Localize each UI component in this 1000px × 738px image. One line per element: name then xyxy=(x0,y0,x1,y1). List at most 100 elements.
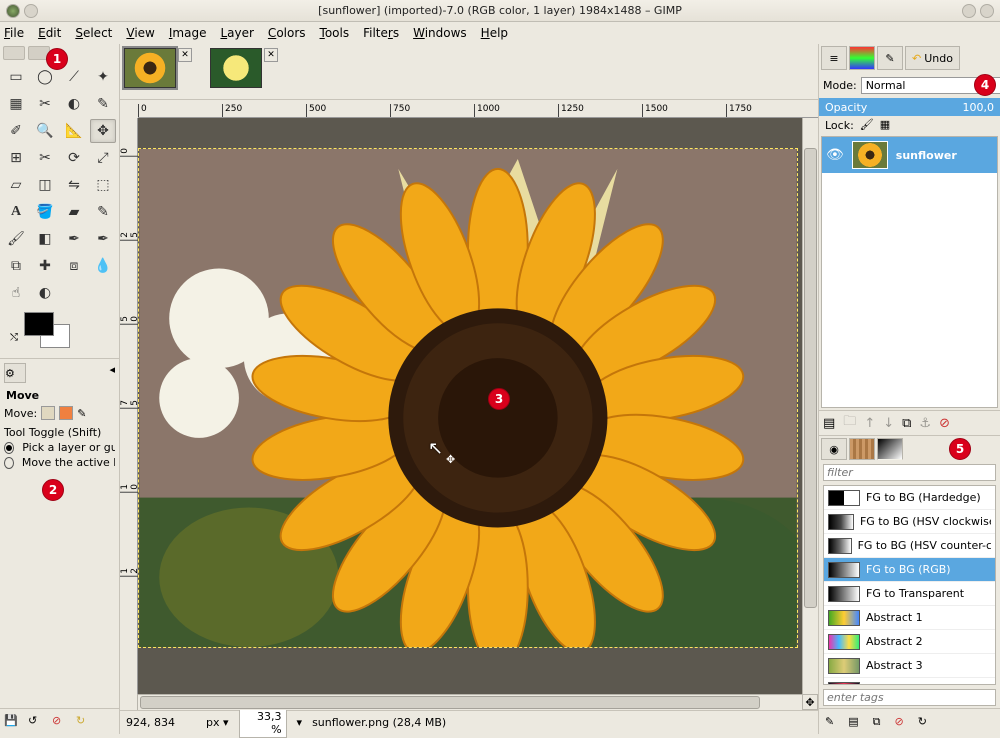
new-gradient-icon[interactable]: ▤ xyxy=(848,715,858,728)
lock-alpha-icon[interactable]: ▦ xyxy=(880,118,894,132)
move-mode-layer[interactable] xyxy=(41,406,55,420)
close-button[interactable] xyxy=(980,4,994,18)
canvas[interactable]: ↖ ✥ 3 xyxy=(138,118,802,694)
menu-edit[interactable]: Edit xyxy=(38,26,61,40)
layer-row[interactable]: 👁 sunflower xyxy=(822,137,997,173)
bucket-fill-tool[interactable]: 🪣 xyxy=(32,200,58,224)
raise-layer-icon[interactable]: ↑ xyxy=(864,416,875,431)
undo-history-tab[interactable]: ↶Undo xyxy=(905,46,960,70)
navigation-icon[interactable]: ✥ xyxy=(802,694,818,710)
align-tool[interactable]: ⊞ xyxy=(3,146,29,170)
gradient-row[interactable]: FG to Transparent xyxy=(824,582,995,606)
move-mode-path[interactable]: ✎ xyxy=(77,407,86,420)
new-group-icon[interactable]: 🗀 xyxy=(843,412,856,434)
fg-color[interactable] xyxy=(24,312,54,336)
scrollbar-vertical[interactable] xyxy=(802,118,818,694)
sticky-icon[interactable] xyxy=(24,4,38,18)
status-zoom[interactable]: 33,3 % xyxy=(239,708,287,738)
menu-filters[interactable]: Filters xyxy=(363,26,399,40)
gradient-row[interactable]: Abstract 2 xyxy=(824,630,995,654)
move-mode-selection[interactable] xyxy=(59,406,73,420)
menu-view[interactable]: View xyxy=(126,26,154,40)
menu-select[interactable]: Select xyxy=(75,26,112,40)
ink-tool[interactable]: ✒ xyxy=(90,227,116,251)
duplicate-layer-icon[interactable]: ⧉ xyxy=(902,416,911,431)
gradient-row[interactable]: FG to BG (Hardedge) xyxy=(824,486,995,510)
perspective-tool[interactable]: ◫ xyxy=(32,173,58,197)
restore-options-icon[interactable]: ↺ xyxy=(28,714,44,730)
dodge-tool[interactable]: ◐ xyxy=(32,281,58,305)
status-unit[interactable]: px ▾ xyxy=(206,716,229,729)
scale-tool[interactable]: ⤢ xyxy=(90,146,116,170)
radio-move-active[interactable] xyxy=(4,457,14,469)
delete-layer-icon[interactable]: ⊘ xyxy=(939,416,950,431)
gradient-row[interactable]: FG to BG (RGB) xyxy=(824,558,995,582)
color-picker-tool[interactable]: ✐ xyxy=(3,119,29,143)
menu-file[interactable]: File xyxy=(4,26,24,40)
menu-colors[interactable]: Colors xyxy=(268,26,306,40)
blur-tool[interactable]: 💧 xyxy=(90,254,116,278)
new-layer-icon[interactable]: ▤ xyxy=(823,416,835,431)
eraser-tool[interactable]: ◧ xyxy=(32,227,58,251)
thumb-close-1[interactable]: ✕ xyxy=(178,48,192,62)
crop-tool[interactable]: ✂ xyxy=(32,146,58,170)
reset-options-icon[interactable]: ↻ xyxy=(76,714,92,730)
thumb-close-2[interactable]: ✕ xyxy=(264,48,278,62)
opacity-slider[interactable]: Opacity 100,0 xyxy=(819,98,1000,116)
tool-options-menu-icon[interactable]: ◂ xyxy=(109,363,115,387)
gradient-filter-input[interactable] xyxy=(823,464,996,481)
shear-tool[interactable]: ▱ xyxy=(3,173,29,197)
radio-pick-layer[interactable] xyxy=(4,442,14,454)
menu-windows[interactable]: Windows xyxy=(413,26,467,40)
save-options-icon[interactable]: 💾 xyxy=(4,714,20,730)
minimize-button[interactable] xyxy=(962,4,976,18)
flip-tool[interactable]: ⇋ xyxy=(61,173,87,197)
free-select-tool[interactable]: ⟋ xyxy=(61,65,87,89)
blend-tool[interactable]: ▰ xyxy=(61,200,87,224)
fuzzy-select-tool[interactable]: ✦ xyxy=(90,65,116,89)
brushes-tab[interactable]: ◉ xyxy=(821,438,847,460)
gradient-row[interactable]: FG to BG (HSV clockwise hue) xyxy=(824,510,995,534)
move-tool[interactable]: ✥ xyxy=(90,119,116,143)
paths-tool[interactable]: ✎ xyxy=(90,92,116,116)
perspective-clone-tool[interactable]: ⧈ xyxy=(61,254,87,278)
airbrush-tool[interactable]: ✒ xyxy=(61,227,87,251)
layers-tab[interactable]: ≡ xyxy=(821,46,847,70)
menu-help[interactable]: Help xyxy=(481,26,508,40)
gradient-row[interactable]: Aneurism xyxy=(824,678,995,685)
refresh-gradients-icon[interactable]: ↻ xyxy=(918,715,927,728)
gradient-tags-input[interactable] xyxy=(823,689,996,706)
scissors-tool[interactable]: ✂ xyxy=(32,92,58,116)
paths-tab[interactable]: ✎ xyxy=(877,46,903,70)
scrollbar-horizontal[interactable] xyxy=(138,694,802,710)
pencil-tool[interactable]: ✎ xyxy=(90,200,116,224)
smudge-tool[interactable]: ☝ xyxy=(3,281,29,305)
thumb-flower2[interactable]: ✕ xyxy=(210,48,278,88)
foreground-select-tool[interactable]: ◐ xyxy=(61,92,87,116)
patterns-tab[interactable] xyxy=(849,438,875,460)
swap-colors-icon[interactable]: ⤭ xyxy=(10,332,18,343)
duplicate-gradient-icon[interactable]: ⧉ xyxy=(873,715,881,729)
measure-tool[interactable]: 📐 xyxy=(61,119,87,143)
lower-layer-icon[interactable]: ↓ xyxy=(883,416,894,431)
thumb-sunflower[interactable]: ✕ xyxy=(124,48,192,88)
heal-tool[interactable]: ✚ xyxy=(32,254,58,278)
zoom-tool[interactable]: 🔍 xyxy=(32,119,58,143)
clone-tool[interactable]: ⧉ xyxy=(3,254,29,278)
tool-options-tab[interactable]: ⚙ xyxy=(4,363,26,383)
menu-tools[interactable]: Tools xyxy=(320,26,350,40)
cage-tool[interactable]: ⬚ xyxy=(90,173,116,197)
anchor-layer-icon[interactable]: ⚓ xyxy=(919,416,931,431)
gradient-row[interactable]: Abstract 1 xyxy=(824,606,995,630)
visibility-icon[interactable]: 👁 xyxy=(826,147,844,163)
delete-gradient-icon[interactable]: ⊘ xyxy=(894,715,903,728)
gradients-tab[interactable] xyxy=(877,438,903,460)
menu-layer[interactable]: Layer xyxy=(220,26,253,40)
delete-options-icon[interactable]: ⊘ xyxy=(52,714,68,730)
rotate-tool[interactable]: ⟳ xyxy=(61,146,87,170)
by-color-select-tool[interactable]: ▦ xyxy=(3,92,29,116)
paintbrush-tool[interactable]: 🖌 xyxy=(3,227,29,251)
rect-select-tool[interactable]: ▭ xyxy=(3,65,29,89)
lock-pixels-icon[interactable]: 🖌 xyxy=(860,118,874,132)
color-swatches[interactable]: ⤭ xyxy=(0,308,119,358)
